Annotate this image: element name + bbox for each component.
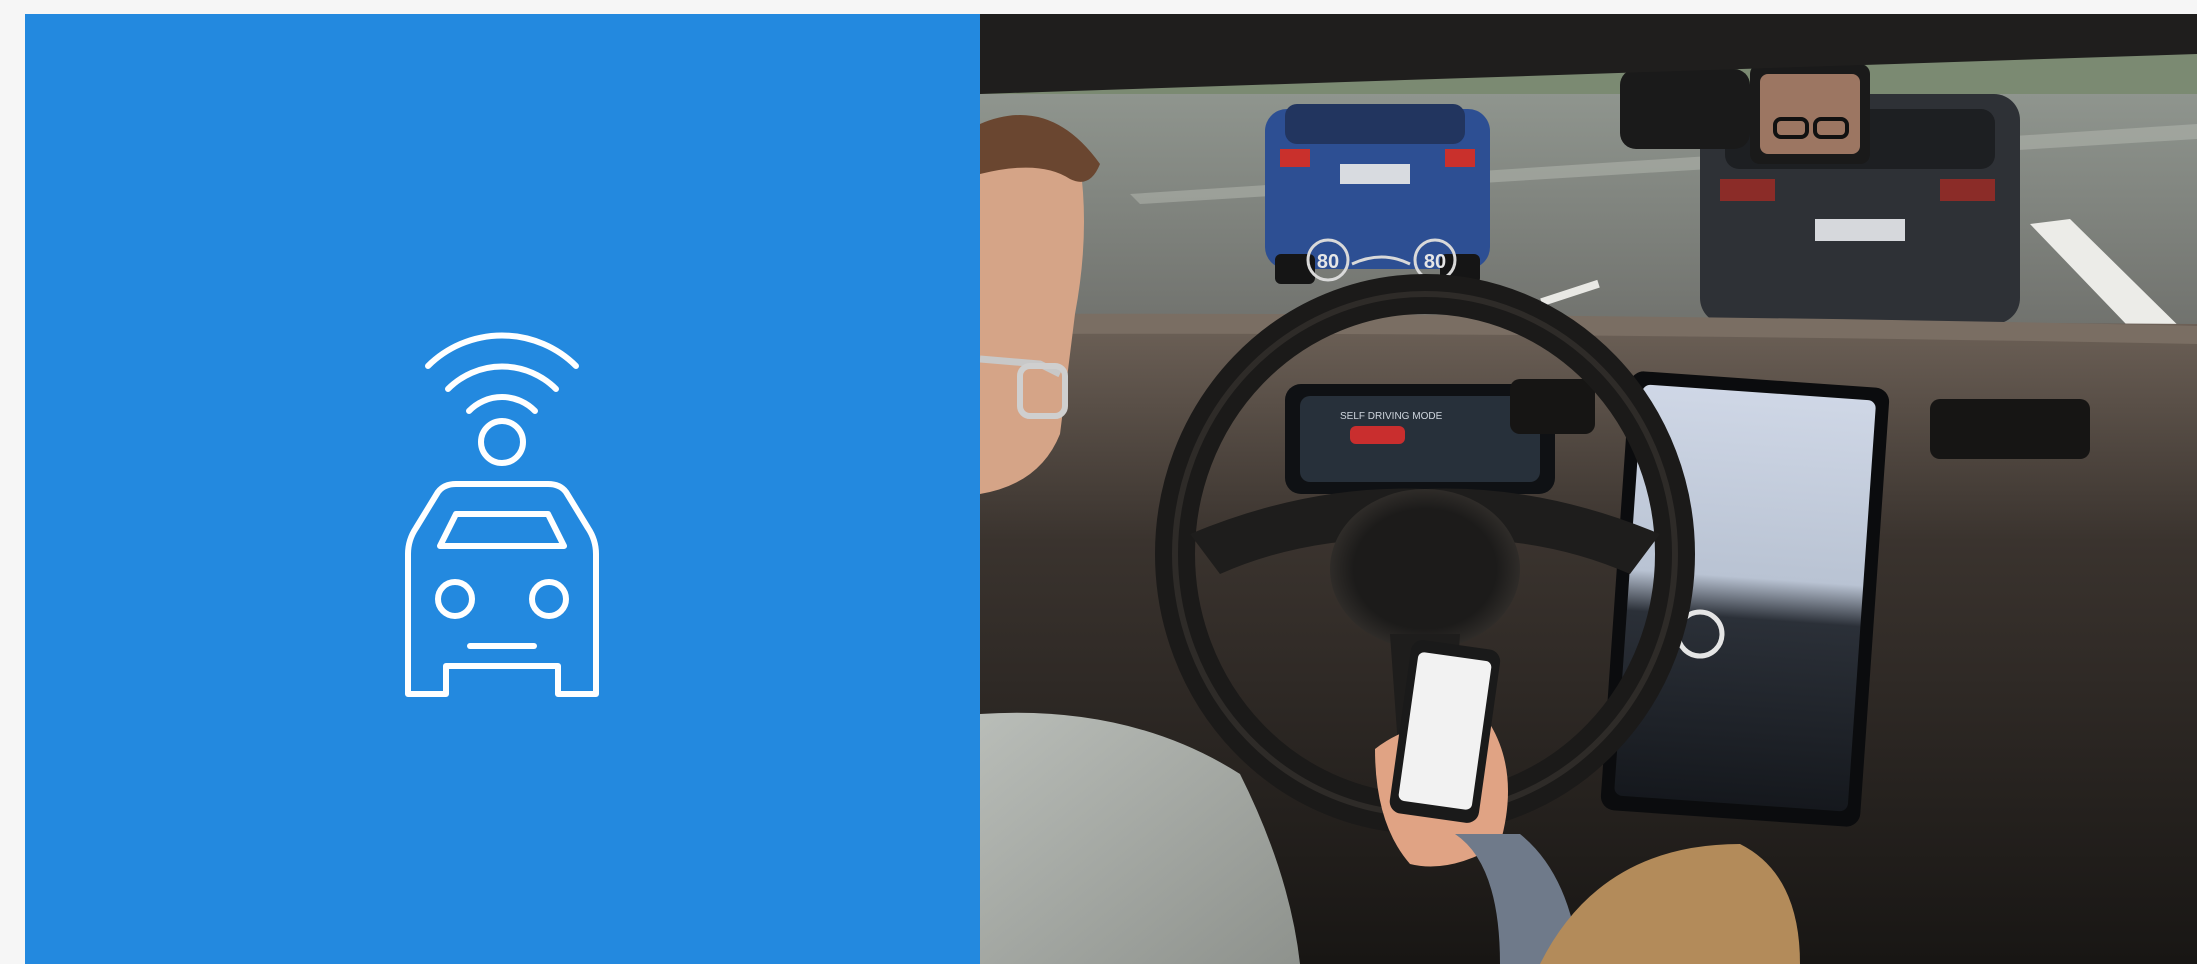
instrument-cluster-text: SELF DRIVING MODE [1340, 411, 1443, 422]
hud-speed-right: 80 [1424, 251, 1446, 273]
car-windshield [437, 511, 567, 549]
car-headlight-left [435, 579, 475, 619]
air-vent-right [1930, 399, 2090, 459]
signal-arc-middle [445, 363, 559, 392]
slide: 80 80 SELF DRIVING MODE [0, 0, 2197, 964]
blue-icon-panel [25, 14, 980, 964]
self-driving-car-interior-photo: 80 80 SELF DRIVING MODE [980, 14, 2197, 964]
signal-arc-outer [425, 332, 579, 369]
car-headlight-right [529, 579, 569, 619]
signal-arc-inner [466, 394, 538, 414]
signal-dot [478, 418, 526, 466]
connected-car-icon [380, 314, 625, 709]
hud-speed-left: 80 [1317, 251, 1339, 273]
air-vent-center [1510, 379, 1595, 434]
